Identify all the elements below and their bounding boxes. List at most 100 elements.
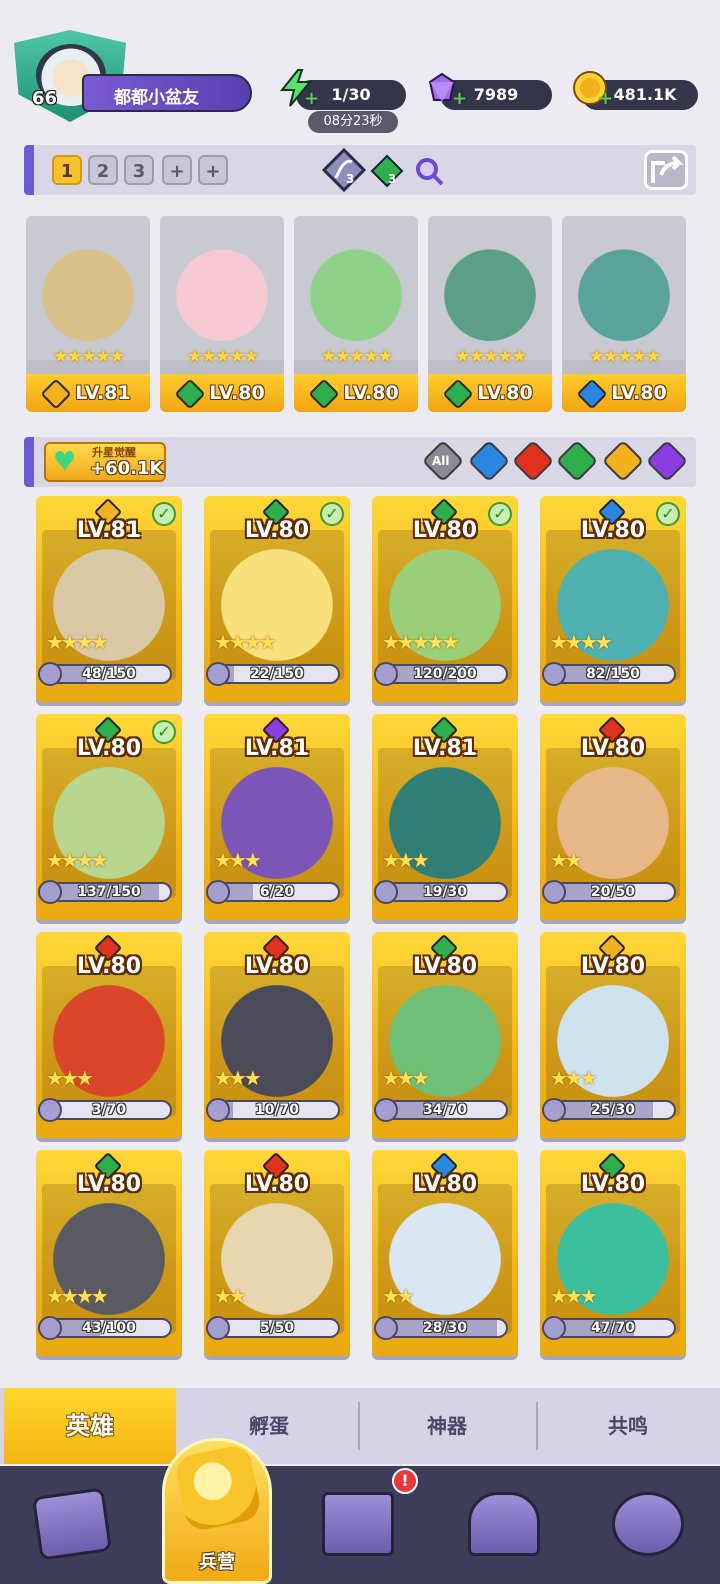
hero-portrait bbox=[378, 966, 512, 1116]
hero-level: LV.80 bbox=[412, 1172, 478, 1197]
hero-card[interactable]: LV.80 ★★★★ 137/150 ✓ bbox=[36, 714, 182, 920]
shard-progress-text: 3/70 bbox=[91, 1102, 127, 1118]
hero-card[interactable]: LV.80 ★★★ 10/70 bbox=[204, 932, 350, 1138]
shard-icon bbox=[38, 880, 62, 904]
add-gold-icon[interactable]: + bbox=[598, 88, 613, 109]
shard-icon bbox=[542, 662, 566, 686]
search-icon[interactable] bbox=[414, 156, 444, 186]
shard-progress-bar: 43/100 bbox=[46, 1318, 172, 1338]
hero-level: LV.80 bbox=[343, 382, 399, 404]
hero-level: LV.80 bbox=[412, 954, 478, 979]
shard-icon bbox=[374, 1316, 398, 1340]
nav-guild[interactable] bbox=[576, 1466, 720, 1584]
light-element-icon bbox=[40, 377, 72, 410]
share-button[interactable] bbox=[644, 150, 688, 190]
shard-progress-text: 120/200 bbox=[413, 666, 477, 682]
water-element-icon bbox=[576, 377, 608, 410]
hero-card[interactable]: LV.80 ★★ 5/50 bbox=[204, 1150, 350, 1356]
hero-portrait bbox=[210, 966, 344, 1116]
hero-card[interactable]: LV.81 ★★★ 6/20 bbox=[204, 714, 350, 920]
nav-temple[interactable] bbox=[432, 1466, 576, 1584]
hero-card[interactable]: LV.81 ★★★ 19/30 bbox=[372, 714, 518, 920]
guild-icon bbox=[612, 1492, 684, 1556]
shard-icon bbox=[542, 1316, 566, 1340]
shard-icon bbox=[38, 662, 62, 686]
subtab-divider bbox=[358, 1402, 360, 1450]
shard-icon bbox=[542, 1098, 566, 1122]
tab-heroes[interactable]: 英雄 bbox=[4, 1388, 176, 1464]
nature-count: 3 bbox=[388, 172, 397, 186]
hero-card[interactable]: LV.80 ★★★ 25/30 bbox=[540, 932, 686, 1138]
hero-card[interactable]: LV.80 ★★ 28/30 bbox=[372, 1150, 518, 1356]
hero-card[interactable]: LV.80 ★★ 20/50 bbox=[540, 714, 686, 920]
nature-element-icon bbox=[174, 377, 206, 410]
hero-level: LV.81 bbox=[244, 736, 310, 761]
team-hero-card[interactable]: ★★★★★ LV.80 bbox=[160, 216, 284, 412]
hero-card[interactable]: LV.80 ★★★★★ 120/200 ✓ bbox=[372, 496, 518, 702]
hero-level: LV.80 bbox=[477, 382, 533, 404]
hero-stars: ★★★ bbox=[382, 848, 430, 872]
shard-icon bbox=[206, 1316, 230, 1340]
team-tab-2[interactable]: 2 bbox=[88, 155, 118, 185]
team-hero-card[interactable]: ★★★★★ LV.80 bbox=[294, 216, 418, 412]
subtab-divider bbox=[536, 1402, 538, 1450]
hero-stars: ★★★★★ bbox=[52, 346, 126, 367]
hero-level: LV.80 bbox=[580, 954, 646, 979]
player-name[interactable]: 都都小盆友 bbox=[82, 74, 252, 112]
nav-cards[interactable] bbox=[0, 1466, 144, 1584]
hero-stars: ★★★★★ bbox=[186, 346, 260, 367]
hero-level: LV.81 bbox=[412, 736, 478, 761]
tab-resonance[interactable]: 共鸣 bbox=[540, 1388, 716, 1464]
hero-portrait bbox=[546, 966, 680, 1116]
awaken-value: +60.1K bbox=[90, 458, 164, 479]
hero-stars: ★★★★ bbox=[214, 630, 277, 654]
team-tab-1[interactable]: 1 bbox=[52, 155, 82, 185]
check-icon: ✓ bbox=[320, 502, 344, 526]
hero-card[interactable]: LV.80 ★★★★ 43/100 bbox=[36, 1150, 182, 1356]
check-icon: ✓ bbox=[152, 502, 176, 526]
hero-card[interactable]: LV.81 ★★★★ 48/150 ✓ bbox=[36, 496, 182, 702]
hero-card[interactable]: LV.80 ★★★ 47/70 bbox=[540, 1150, 686, 1356]
shard-progress-bar: 137/150 bbox=[46, 882, 172, 902]
hero-portrait bbox=[562, 216, 686, 360]
team-tab-add-1[interactable]: + bbox=[162, 155, 192, 185]
hero-card[interactable]: LV.80 ★★★★ 22/150 ✓ bbox=[204, 496, 350, 702]
shard-icon bbox=[374, 662, 398, 686]
team-hero-card[interactable]: ★★★★★ LV.80 bbox=[562, 216, 686, 412]
filter-all-label: All bbox=[432, 454, 450, 468]
temple-icon bbox=[468, 1492, 540, 1556]
hero-portrait bbox=[210, 530, 344, 680]
hero-card[interactable]: LV.80 ★★★ 3/70 bbox=[36, 932, 182, 1138]
team-tab-add-2[interactable]: + bbox=[198, 155, 228, 185]
nature-element-icon bbox=[370, 154, 404, 188]
shard-progress-text: 43/100 bbox=[82, 1320, 136, 1336]
hero-stars: ★★★★★ bbox=[454, 346, 528, 367]
hero-card[interactable]: LV.80 ★★★★ 82/150 ✓ bbox=[540, 496, 686, 702]
team-hero-card[interactable]: ★★★★★ LV.81 bbox=[26, 216, 150, 412]
shard-progress-bar: 10/70 bbox=[214, 1100, 340, 1120]
hero-level-band: LV.80 bbox=[160, 374, 284, 412]
add-energy-icon[interactable]: + bbox=[304, 88, 319, 109]
hero-stars: ★★★★★ bbox=[320, 346, 394, 367]
hero-stars: ★★ bbox=[214, 1284, 247, 1308]
team-hero-card[interactable]: ★★★★★ LV.80 bbox=[428, 216, 552, 412]
share-icon bbox=[651, 155, 684, 183]
map-icon bbox=[322, 1492, 394, 1556]
shard-progress-text: 10/70 bbox=[254, 1102, 300, 1118]
hero-portrait bbox=[42, 1184, 176, 1334]
shard-icon bbox=[38, 1316, 62, 1340]
hero-card[interactable]: LV.80 ★★★ 34/70 bbox=[372, 932, 518, 1138]
hero-level: LV.80 bbox=[244, 954, 310, 979]
add-gem-icon[interactable]: + bbox=[452, 88, 467, 109]
hero-portrait bbox=[42, 966, 176, 1116]
shard-icon bbox=[374, 1098, 398, 1122]
tab-artifacts[interactable]: 神器 bbox=[362, 1388, 532, 1464]
hero-stars: ★★★ bbox=[382, 1066, 430, 1090]
shard-progress-text: 48/150 bbox=[82, 666, 136, 682]
hero-level-band: LV.80 bbox=[294, 374, 418, 412]
shard-progress-bar: 47/70 bbox=[550, 1318, 676, 1338]
shard-icon bbox=[206, 662, 230, 686]
team-tab-3[interactable]: 3 bbox=[124, 155, 154, 185]
shard-progress-bar: 19/30 bbox=[382, 882, 508, 902]
nature-element-icon bbox=[442, 377, 474, 410]
